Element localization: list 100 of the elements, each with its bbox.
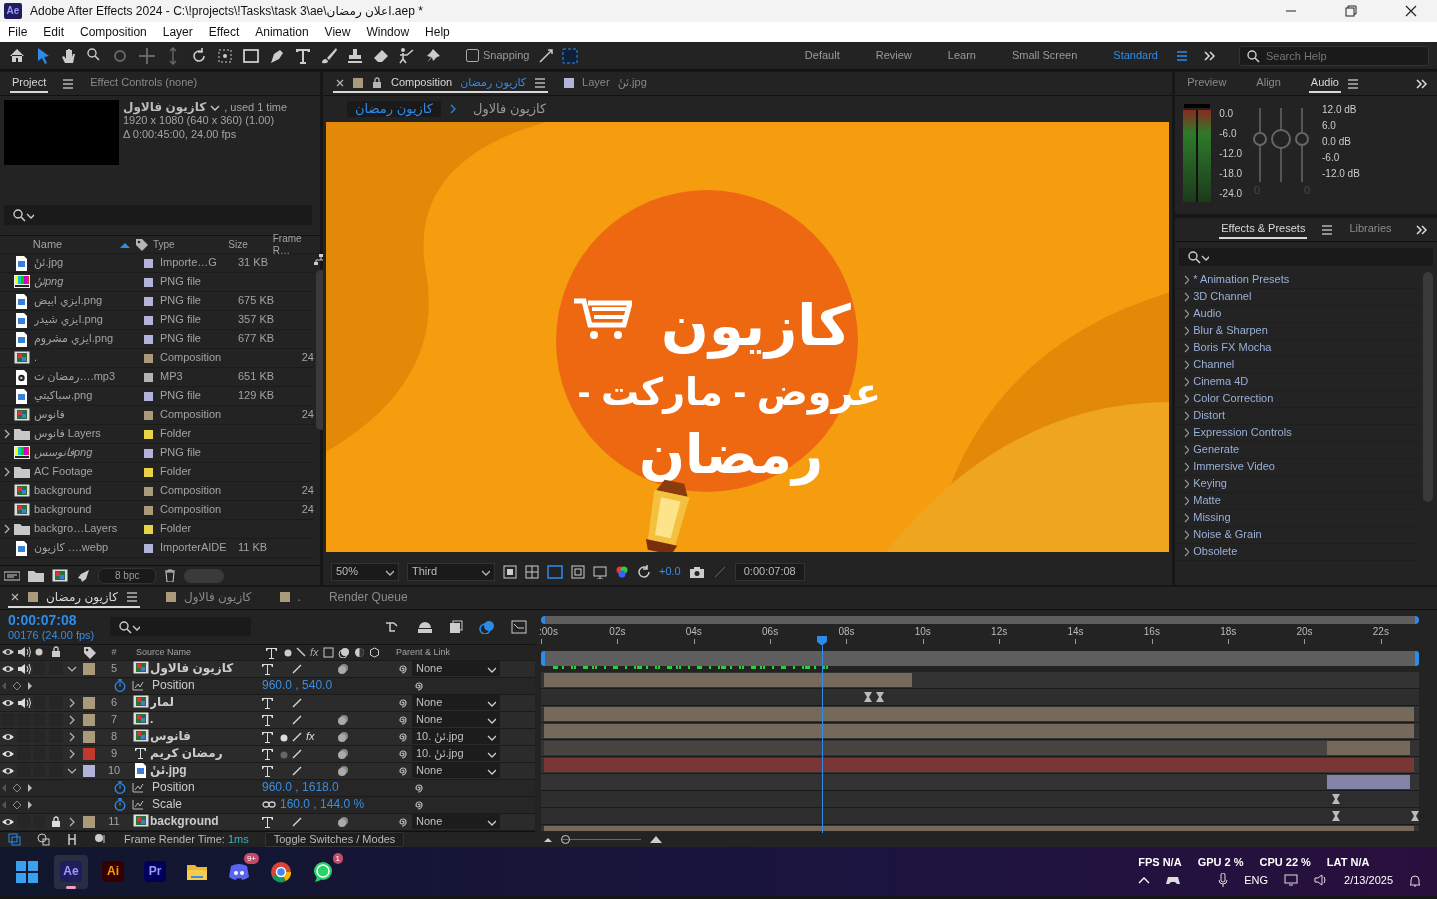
taskbar-app[interactable]: Ai: [96, 854, 130, 889]
sort-arrow-icon[interactable]: [119, 241, 130, 248]
layer-name[interactable]: .: [150, 712, 260, 727]
pick-whip-icon[interactable]: [396, 696, 408, 709]
pick-whip-icon[interactable]: [396, 730, 408, 743]
workspace-tab[interactable]: Standard: [1095, 48, 1176, 63]
parent-dropdown[interactable]: None: [412, 695, 500, 711]
work-area-bar[interactable]: [541, 615, 1419, 624]
effect-category[interactable]: Blur & Sharpen: [1175, 323, 1419, 340]
search-field[interactable]: [1179, 248, 1433, 266]
taskbar-app[interactable]: Pr: [138, 854, 172, 889]
parent-dropdown[interactable]: 10. ئنٔ.jpg: [412, 746, 500, 762]
microphone-icon[interactable]: [1218, 873, 1229, 888]
panel-menu-icon[interactable]: [62, 77, 75, 90]
snapping-checkbox[interactable]: Snapping: [466, 48, 530, 63]
item-name[interactable]: backgro…Layers: [34, 522, 136, 536]
time-navigator[interactable]: [541, 651, 1419, 667]
layer-stack-icon[interactable]: [337, 747, 349, 760]
close-icon[interactable]: [1405, 5, 1417, 17]
exposure-value[interactable]: +0.0: [659, 565, 681, 579]
pick-whip-icon[interactable]: [396, 662, 408, 675]
menu-item[interactable]: Help: [417, 24, 458, 40]
workspace-tab[interactable]: Review: [857, 48, 930, 63]
item-name[interactable]: .: [34, 351, 136, 365]
timeline-tab[interactable]: .: [277, 587, 303, 608]
panel-tab[interactable]: Libraries: [1347, 219, 1394, 240]
safe-area-icon[interactable]: [571, 565, 585, 579]
panel-tab[interactable]: Effects & Presets: [1219, 219, 1308, 240]
zoom-in-icon[interactable]: [649, 835, 663, 843]
layer-name[interactable]: لمار: [150, 695, 260, 710]
graph-editor-icon[interactable]: [511, 619, 527, 634]
layer-duration-bar[interactable]: [1326, 775, 1411, 790]
menu-item[interactable]: View: [316, 24, 359, 40]
scrollbar[interactable]: [1423, 272, 1433, 502]
anchor-icon[interactable]: [216, 46, 234, 65]
layer-stack-icon[interactable]: [337, 730, 349, 743]
item-name[interactable]: رمضان ت….mp3: [34, 370, 136, 384]
graph-icon[interactable]: [132, 782, 144, 794]
effect-category[interactable]: Expression Controls: [1175, 425, 1419, 442]
workspace-tab[interactable]: Small Screen: [993, 48, 1096, 63]
reset-exposure-icon[interactable]: [637, 565, 651, 579]
toggle-switches-button[interactable]: Toggle Switches / Modes: [264, 831, 405, 847]
playhead[interactable]: [816, 635, 827, 646]
shy-switch-icon[interactable]: [260, 662, 274, 676]
move-icon[interactable]: [138, 46, 156, 65]
panel-menu-icon[interactable]: [534, 76, 547, 89]
workspace-menu-icon[interactable]: [1176, 49, 1188, 62]
panel-tab[interactable]: Align: [1254, 73, 1283, 94]
effect-category[interactable]: Keying: [1175, 476, 1419, 493]
taskbar-app[interactable]: Ae: [54, 854, 88, 889]
keyframe-icon[interactable]: [1331, 794, 1340, 805]
close-icon[interactable]: [335, 77, 345, 88]
panel-menu-icon[interactable]: [1346, 77, 1359, 90]
search-help-field[interactable]: Search Help: [1239, 45, 1429, 66]
item-name[interactable]: فانوس Layers: [34, 427, 136, 441]
effects-switch[interactable]: fx: [306, 730, 315, 742]
property-value[interactable]: 960.0 , 1618.0: [262, 780, 339, 795]
menu-item[interactable]: File: [0, 24, 36, 40]
breadcrumb-item[interactable]: كازيون فالاول: [464, 101, 555, 117]
grid-view-icon[interactable]: [593, 565, 607, 579]
rotate-icon[interactable]: [190, 46, 208, 65]
pick-whip-icon[interactable]: [396, 764, 408, 777]
layer-name[interactable]: ئنٔ.jpg: [150, 763, 260, 778]
shy-switch-icon[interactable]: [260, 730, 274, 744]
shy-switch-icon[interactable]: [260, 764, 274, 778]
timeline-tab[interactable]: كازيون فالاول: [163, 587, 254, 608]
timecode-field[interactable]: 0:00:07:08: [734, 563, 805, 581]
close-icon[interactable]: [10, 591, 20, 602]
mask-toggle-icon[interactable]: [547, 565, 563, 579]
menu-item[interactable]: Window: [358, 24, 418, 40]
keyframe-icon[interactable]: [875, 692, 884, 703]
quality-switch-icon[interactable]: [292, 748, 302, 759]
panel-tab[interactable]: Audio: [1308, 73, 1341, 94]
keyframe-icon[interactable]: [1331, 811, 1340, 822]
graph-icon[interactable]: [132, 680, 144, 692]
menu-item[interactable]: Effect: [200, 24, 248, 40]
restore-icon[interactable]: [1345, 5, 1357, 17]
taskbar-app[interactable]: 9+: [222, 854, 256, 889]
parent-dropdown[interactable]: None: [412, 814, 500, 830]
panel-tab[interactable]: Effect Controls (none): [88, 73, 200, 94]
panel-menu-icon[interactable]: [125, 590, 138, 603]
taskbar-app[interactable]: 1: [306, 854, 340, 889]
quality-switch-icon[interactable]: [292, 731, 302, 742]
region-icon[interactable]: [503, 565, 517, 579]
menu-item[interactable]: Edit: [35, 24, 73, 40]
new-folder-icon[interactable]: [28, 569, 44, 582]
layer-switches-icon[interactable]: [37, 832, 50, 846]
property-value[interactable]: 960.0 , 540.0: [262, 678, 333, 693]
workspace-tab[interactable]: Default: [786, 48, 858, 63]
item-name[interactable]: background: [34, 484, 136, 498]
item-name[interactable]: كازيون ….webp: [34, 541, 136, 555]
new-composition-icon[interactable]: [52, 569, 68, 582]
motion-blur-icon[interactable]: [479, 619, 495, 634]
audio-toggle[interactable]: [17, 696, 31, 709]
bit-depth-button[interactable]: 8 bpc: [98, 567, 157, 584]
layer-name[interactable]: كازيون فالاول: [150, 661, 260, 676]
parent-dropdown[interactable]: None: [412, 661, 500, 677]
item-name[interactable]: فانوسسpng: [34, 446, 136, 460]
stopwatch-icon[interactable]: [114, 781, 126, 795]
notification-bell-icon[interactable]: [1409, 873, 1421, 887]
